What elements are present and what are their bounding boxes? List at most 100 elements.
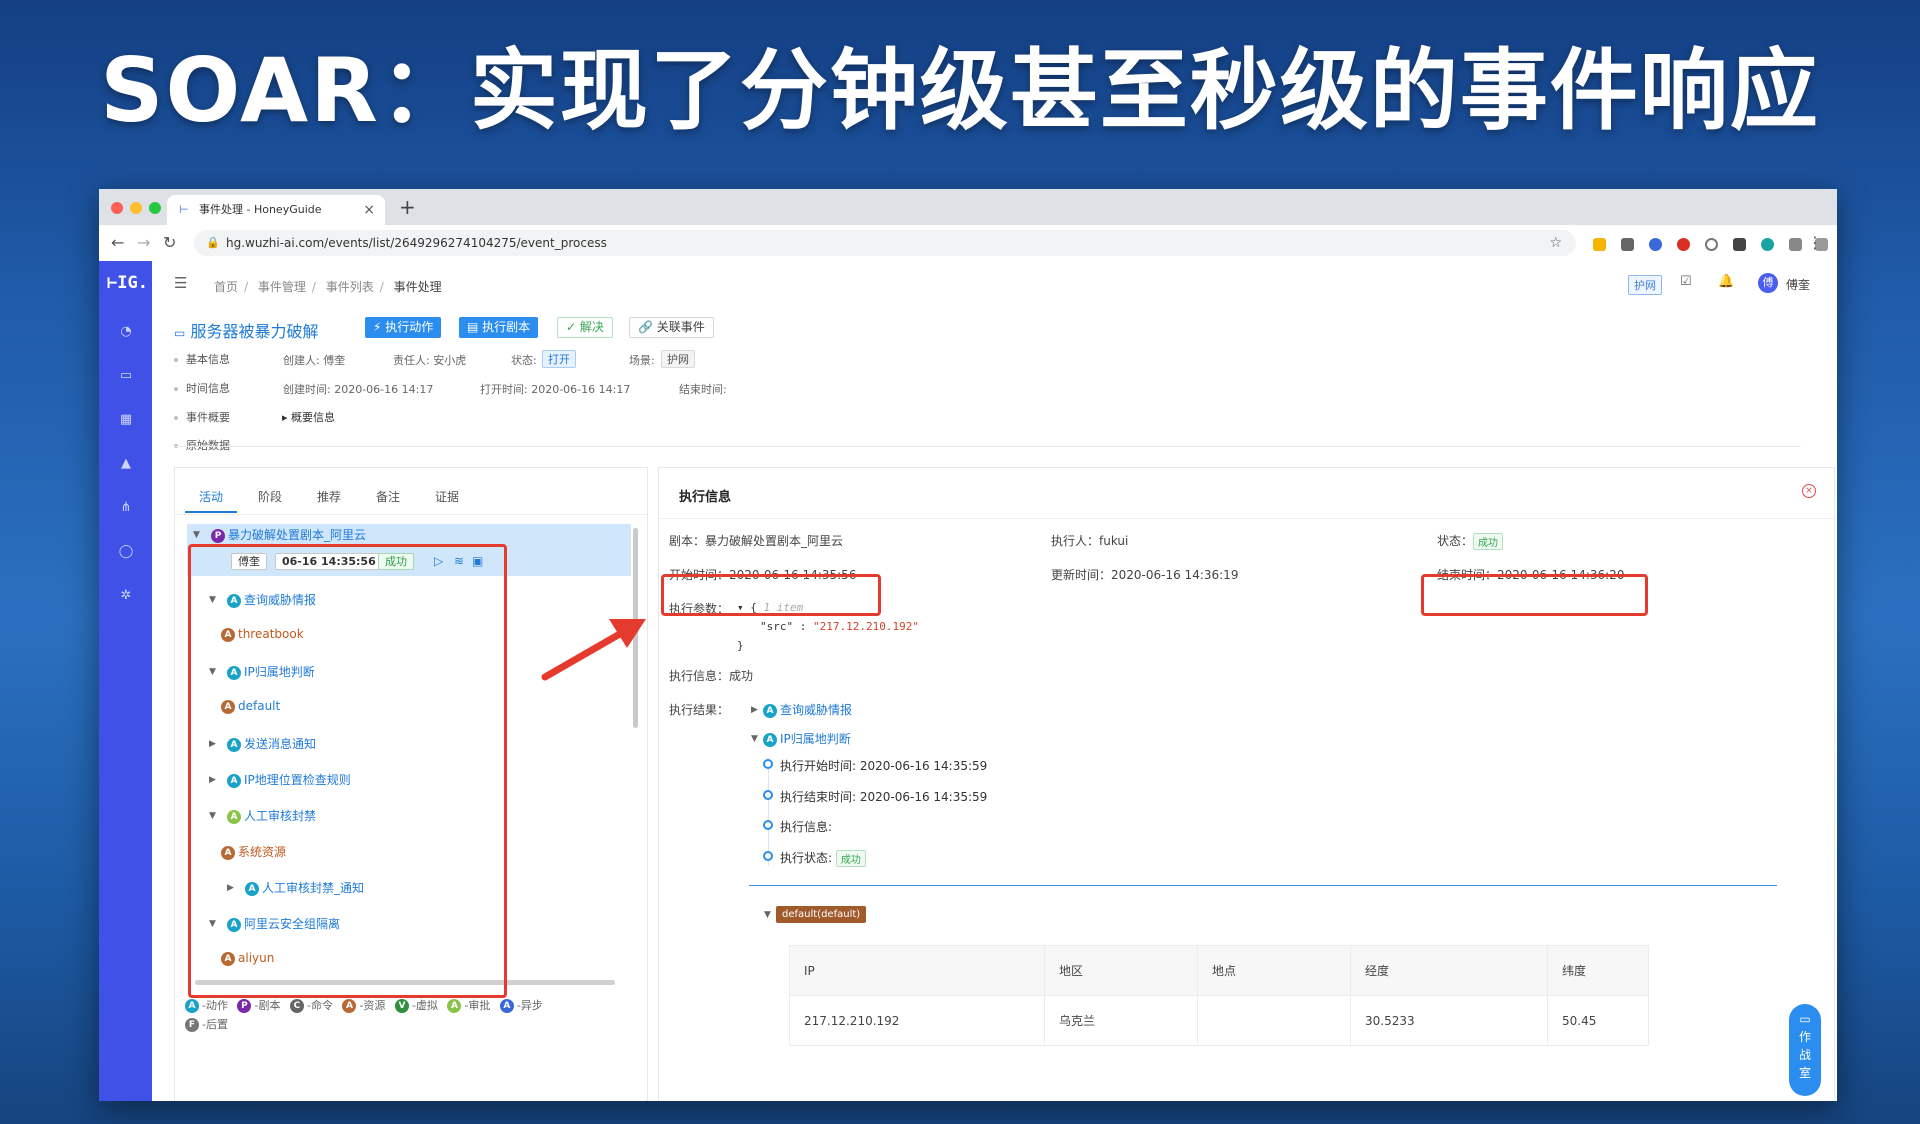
user-icon[interactable]: ◯ (118, 544, 134, 560)
scene-badge[interactable]: 护网 (1628, 275, 1662, 295)
breadcrumb: 首页 / 事件管理 / 事件列表 / 事件处理 (214, 280, 442, 294)
timeline-item: 执行结束时间: 2020-06-16 14:35:59 (780, 790, 988, 804)
extension-adblock-icon[interactable] (1677, 238, 1690, 251)
war-room-button[interactable]: ▭ 作 战 室 (1789, 1004, 1821, 1096)
tree-node-root[interactable]: P 暴力破解处置剧本_阿里云 (211, 526, 366, 543)
section-basic-info[interactable]: 基本信息 (174, 351, 230, 367)
timeline-item: 执行状态: 成功 (780, 849, 866, 867)
app-logo[interactable]: ⊢IG. (107, 273, 148, 293)
execution-title: 执行信息 (679, 490, 732, 505)
top-bar: ☰ 首页 / 事件管理 / 事件列表 / 事件处理 护网 ☑ 🔔 傅 傅奎 (152, 261, 1837, 309)
username[interactable]: 傅奎 (1786, 276, 1810, 293)
legend-item: P -剧本 (237, 999, 280, 1013)
extension-copy-icon[interactable] (1789, 238, 1802, 251)
breadcrumb-event-list[interactable]: 事件列表 (326, 280, 374, 294)
tab-evidence[interactable]: 证据 (435, 488, 459, 505)
forward-icon[interactable]: → (137, 233, 150, 252)
extension-github-icon[interactable] (1649, 238, 1662, 251)
activity-tabs: 活动 阶段 推荐 备注 证据 (175, 468, 647, 515)
extension-lock-icon[interactable] (1593, 238, 1606, 251)
avatar[interactable]: 傅 (1758, 273, 1778, 293)
legend-item: C -命令 (289, 999, 333, 1013)
result-node[interactable]: A 查询威胁情报 (763, 701, 852, 718)
result-node[interactable]: A IP归属地判断 (763, 730, 851, 747)
menu-icon[interactable]: ⋮ (1807, 233, 1823, 252)
grid-icon[interactable]: ▦ (118, 412, 134, 428)
bell-icon[interactable]: 🔔 (1718, 274, 1734, 289)
reload-icon[interactable]: ↻ (163, 233, 176, 252)
monitor-icon[interactable]: ▭ (118, 368, 134, 384)
settings-icon[interactable]: ✲ (118, 588, 134, 604)
new-tab-icon[interactable]: + (399, 195, 416, 219)
highlight-box-tree (188, 544, 507, 998)
caret-down-icon[interactable]: ▼ (764, 910, 771, 920)
exec-playbook: 剧本：暴力破解处置剧本_阿里云 (669, 534, 844, 548)
summary-toggle[interactable]: ▸ 概要信息 (282, 409, 335, 425)
extension-circle-icon[interactable] (1705, 238, 1718, 251)
exec-executor: 执行人：fukui (1051, 534, 1129, 548)
tab-recommend[interactable]: 推荐 (317, 488, 341, 505)
timeline-dot (763, 851, 773, 861)
server-icon: ▭ (174, 326, 186, 340)
table-cell: 50.45 (1547, 995, 1649, 1046)
tab-activity[interactable]: 活动 (199, 488, 223, 505)
breadcrumb-home[interactable]: 首页 (214, 280, 238, 294)
highlight-box-end-time (1421, 574, 1648, 616)
extension-shield-icon[interactable] (1733, 238, 1746, 251)
calendar-icon[interactable]: ☑ (1680, 274, 1692, 289)
minimize-window-icon[interactable] (130, 202, 142, 214)
tab-stage[interactable]: 阶段 (258, 488, 282, 505)
browser-tab[interactable]: ⊢ 事件处理 - HoneyGuide × (167, 195, 385, 225)
link-event-button[interactable]: 🔗 关联事件 (629, 317, 714, 338)
caret-down-icon[interactable]: ▼ (193, 530, 200, 540)
maximize-window-icon[interactable] (149, 202, 161, 214)
timeline-item: 执行信息: (780, 820, 833, 834)
end-time: 结束时间: (679, 383, 727, 396)
dashboard-icon[interactable]: ◔ (118, 324, 134, 340)
timeline-item: 执行开始时间: 2020-06-16 14:35:59 (780, 759, 988, 773)
create-time: 创建时间: 2020-06-16 14:17 (283, 383, 434, 396)
table-header: IP (789, 945, 1045, 996)
exec-status: 状态： 成功 (1437, 532, 1504, 550)
legend-item: F -后置 (185, 1018, 228, 1032)
caret-down-icon[interactable]: ▼ (751, 734, 758, 744)
table-header: 地点 (1197, 945, 1351, 996)
section-summary[interactable]: 事件概要 (174, 409, 230, 425)
star-icon[interactable]: ☆ (1549, 230, 1562, 256)
url-field[interactable]: 🔒 hg.wuzhi-ai.com/events/list/2649296274… (194, 230, 1576, 256)
extension-m-icon[interactable] (1761, 238, 1774, 251)
alert-icon[interactable]: ▲ (118, 456, 134, 472)
close-tab-icon[interactable]: × (363, 195, 375, 225)
resource-tag[interactable]: default(default) (776, 906, 867, 923)
lock-icon: 🔒 (206, 236, 220, 249)
params-json-close: } (737, 639, 744, 652)
active-tab-indicator (185, 511, 237, 513)
section-raw-data[interactable]: 原始数据 (174, 437, 230, 453)
tab-notes[interactable]: 备注 (376, 488, 400, 505)
run-playbook-button[interactable]: ▤ 执行剧本 (459, 317, 539, 338)
section-time-info[interactable]: 时间信息 (174, 380, 230, 396)
network-icon[interactable]: ⋔ (118, 500, 134, 516)
caret-right-icon[interactable]: ▶ (751, 705, 758, 715)
exec-info: 执行信息：成功 (669, 669, 754, 683)
close-icon[interactable]: × (1802, 484, 1816, 498)
breadcrumb-event-management[interactable]: 事件管理 (258, 280, 306, 294)
timeline-dot (763, 790, 773, 800)
table-header: 地区 (1044, 945, 1198, 996)
extension-clipboard-icon[interactable] (1621, 238, 1634, 251)
tree-scrollbar-vertical[interactable] (633, 528, 638, 728)
owner: 责任人: 安小虎 (393, 354, 467, 367)
open-time: 打开时间: 2020-06-16 14:17 (480, 383, 631, 396)
params-json-entry: "src" : "217.12.210.192" (760, 620, 919, 633)
tab-title: 事件处理 - HoneyGuide (199, 203, 322, 216)
legend: A -动作 P -剧本 C -命令 A -资源 V -虚拟 A -审批 A -异步 F -后置 (185, 996, 635, 1034)
run-action-button[interactable]: ⚡ 执行动作 (365, 317, 442, 338)
resolve-button[interactable]: ✓ 解决 (557, 317, 613, 338)
collapse-menu-icon[interactable]: ☰ (174, 274, 187, 292)
table-header: 经度 (1350, 945, 1548, 996)
table-header: 纬度 (1547, 945, 1649, 996)
back-icon[interactable]: ← (111, 233, 124, 252)
site-logo-icon: ⊢ (179, 203, 189, 216)
result-table: IP 地区 地点 经度 纬度 217.12.210.192 乌克兰 30.523… (789, 945, 1649, 1046)
close-window-icon[interactable] (111, 202, 123, 214)
